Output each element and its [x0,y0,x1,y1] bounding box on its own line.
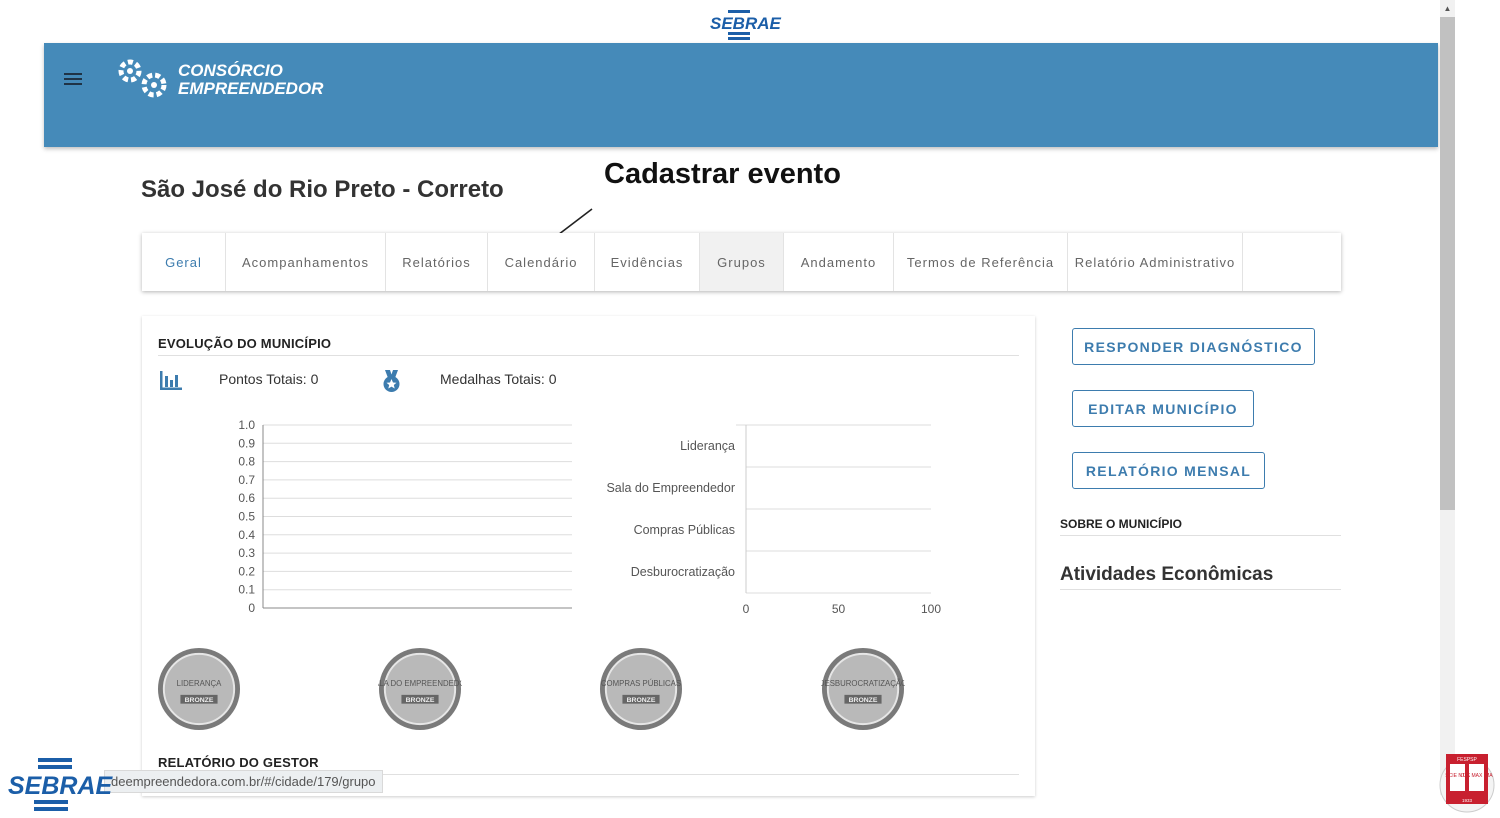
points-total: Pontos Totais: 0 [219,371,319,387]
annotation-label: Cadastrar evento [604,158,841,190]
y-tick-label: 0.1 [238,583,255,597]
medal-badge: DESBUROCRATIZAÇÃO BRONZE [821,647,905,731]
y-tick-label: 0.6 [238,491,255,505]
fespsp-seal-year: 1933 [1462,798,1473,803]
y-tick-label: 0.5 [238,510,255,524]
tab-acompanhamentos[interactable]: Acompanhamentos [226,233,386,291]
respond-diagnostic-button[interactable]: RESPONDER DIAGNÓSTICO [1072,328,1315,365]
tab-grupos[interactable]: Grupos [700,233,784,291]
economic-activities-heading: Atividades Econômicas [1060,564,1274,585]
x-tick-label: 0 [743,602,750,616]
about-municipality-title: SOBRE O MUNICÍPIO [1060,517,1183,531]
monthly-report-button[interactable]: RELATÓRIO MENSAL [1072,452,1265,489]
tab-relatorios[interactable]: Relatórios [386,233,488,291]
medal-face [383,652,457,726]
status-bar-url: deempreendedora.com.br/#/cidade/179/grup… [104,770,383,793]
category-bar-chart: Liderança Sala do Empreendedor Compras Púb… [606,424,941,616]
tab-geral[interactable]: Geral [142,233,226,291]
y-tick-label: 0.4 [238,528,255,542]
evolution-title: EVOLUÇÃO DO MUNICÍPIO [158,336,332,351]
medal-face [826,652,900,726]
top-sebrae-logo: SEBRAE [706,10,781,40]
medal-face [604,652,678,726]
activities-divider [1060,589,1341,590]
x-tick-label: 50 [832,602,846,616]
medal-title: LIDERANÇA [177,679,222,688]
y-tick-label: 0.2 [238,564,255,578]
medal-level: BRONZE [849,697,878,704]
medal-level: BRONZE [406,697,435,704]
page-scrollbar-thumb[interactable] [1440,17,1455,510]
evolution-line-chart: 1.0 0.9 0.8 0.7 0.6 0.5 0.4 0.3 0.2 0.1 0 [238,418,572,615]
tab-calendario[interactable]: Calendário [488,233,595,291]
page: SEBRAE CONSÓRCIO EMPREENDEDOR São José d… [0,0,1500,818]
tab-bar: Geral Acompanhamentos Relatórios Calendá… [142,233,1341,291]
medal-badge: COMPRAS PÚBLICAS BRONZE [599,647,683,731]
scroll-up-arrow-icon[interactable]: ▲ [1440,0,1455,17]
consorcio-empreendedor-logo[interactable]: CONSÓRCIO EMPREENDEDOR [116,55,346,103]
edit-municipality-button[interactable]: EDITAR MUNICÍPIO [1072,390,1254,427]
y-tick-label: 0 [248,601,255,615]
fespsp-seal-motto-b: LUX MAX IMA [1460,773,1493,779]
y-tick-label: 0.8 [238,455,255,469]
logo-line-1: CONSÓRCIO [178,61,283,80]
tab-termos-de-referencia[interactable]: Termos de Referência [894,233,1068,291]
page-title: São José do Rio Preto - Correto [141,176,504,203]
category-label: Compras Públicas [634,523,735,537]
y-tick-label: 0.7 [238,473,255,487]
tab-relatorio-administrativo[interactable]: Relatório Administrativo [1068,233,1243,291]
consorcio-emblem-icon [118,59,167,98]
tab-evidencias[interactable]: Evidências [595,233,700,291]
evolution-divider [158,355,1019,356]
medal-badge: SALA DO EMPREENDEDOR BRONZE [378,647,462,731]
bottom-sebrae-word: SEBRAE [8,772,113,800]
medals-total: Medalhas Totais: 0 [440,371,557,387]
category-label: Liderança [680,439,735,453]
x-tick-label: 100 [921,602,941,616]
app-header: CONSÓRCIO EMPREENDEDOR [44,43,1438,147]
hamburger-menu-icon[interactable] [64,70,86,88]
gestor-report-title: RELATÓRIO DO GESTOR [158,755,319,770]
top-sebrae-word: SEBRAE [710,14,781,33]
medal-level: BRONZE [185,697,214,704]
medal-face [162,652,236,726]
y-tick-label: 1.0 [238,418,255,432]
category-label: Desburocratização [631,565,735,579]
logo-line-2: EMPREENDEDOR [178,79,324,98]
y-tick-label: 0.9 [238,436,255,450]
bottom-sebrae-logo: SEBRAE [8,758,112,812]
medal-icon [383,370,400,392]
category-label: Sala do Empreendedor [606,481,735,495]
bar-chart-icon [160,371,182,390]
y-tick-label: 0.3 [238,546,255,560]
tab-andamento[interactable]: Andamento [784,233,894,291]
logo-text: CONSÓRCIO EMPREENDEDOR [178,62,323,98]
medal-title: DESBUROCRATIZAÇÃO [821,679,905,688]
fespsp-seal-name: FESPSP [1457,757,1477,763]
medal-badge: LIDERANÇA BRONZE [157,647,241,731]
medal-title: COMPRAS PÚBLICAS [601,679,681,688]
fespsp-seal-logo: FESPSP SCIE NTIA LUX MAX IMA 1933 [1439,754,1495,813]
about-divider [1060,535,1341,536]
medal-title: SALA DO EMPREENDEDOR [378,679,462,688]
medal-level: BRONZE [627,697,656,704]
